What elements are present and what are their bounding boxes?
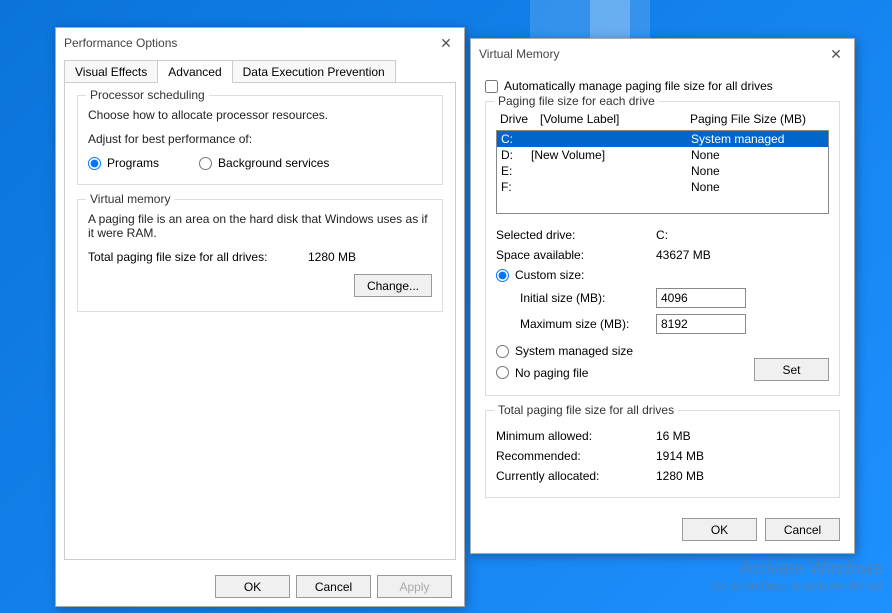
close-icon[interactable]: ✕ [826,46,846,63]
recommended-value: 1914 MB [656,449,829,463]
radio-custom-size-label: Custom size: [515,268,584,282]
group-title-vm: Virtual memory [86,192,174,206]
selected-drive-value: C: [656,228,829,242]
radio-custom-size[interactable] [496,269,509,282]
perf-title: Performance Options [64,36,436,50]
tab-content-advanced: Processor scheduling Choose how to alloc… [64,82,456,560]
radio-no-paging[interactable] [496,366,509,379]
drive-list-header: Drive [Volume Label] Paging File Size (M… [496,110,829,130]
set-button[interactable]: Set [754,358,829,381]
radio-background-services[interactable] [199,157,212,170]
drive-pfs: System managed [691,132,824,146]
apply-button[interactable]: Apply [377,575,452,598]
radio-bg-text: Background services [218,156,329,170]
radio-programs[interactable] [88,157,101,170]
currently-allocated-value: 1280 MB [656,469,829,483]
recommended-label: Recommended: [496,449,656,463]
virtual-memory-dialog: Virtual Memory ✕ Automatically manage pa… [470,38,855,554]
radio-no-paging-label: No paging file [515,366,588,380]
min-allowed-value: 16 MB [656,429,829,443]
currently-allocated-label: Currently allocated: [496,469,656,483]
vm-title: Virtual Memory [479,47,826,61]
group-virtual-memory: Virtual memory A paging file is an area … [77,199,443,312]
drive-letter: D: [501,148,531,162]
vm-ok-button[interactable]: OK [682,518,757,541]
vm-desc: A paging file is an area on the hard dis… [88,212,432,240]
performance-options-dialog: Performance Options ✕ Visual Effects Adv… [55,27,465,607]
maximum-size-input[interactable] [656,314,746,334]
min-allowed-label: Minimum allowed: [496,429,656,443]
radio-programs-text: Programs [107,156,159,170]
drive-letter: F: [501,180,531,194]
tab-advanced[interactable]: Advanced [157,60,232,83]
perf-dialog-buttons: OK Cancel Apply [215,575,452,598]
drive-pfs: None [691,180,824,194]
radio-bg-label[interactable]: Background services [199,156,329,170]
cancel-button[interactable]: Cancel [296,575,371,598]
close-icon[interactable]: ✕ [436,35,456,52]
watermark-line2: Go to Settings to activate Windo [711,579,882,593]
selected-drive-label: Selected drive: [496,228,656,242]
vm-cancel-button[interactable]: Cancel [765,518,840,541]
group-title-totals: Total paging file size for all drives [494,403,678,417]
space-available-value: 43627 MB [656,248,829,262]
group-processor-scheduling: Processor scheduling Choose how to alloc… [77,95,443,185]
initial-size-input[interactable] [656,288,746,308]
header-volume: [Volume Label] [540,112,619,126]
perf-titlebar: Performance Options ✕ [56,28,464,58]
group-title-proc: Processor scheduling [86,88,209,102]
radio-system-managed-label: System managed size [515,344,633,358]
vm-total-label: Total paging file size for all drives: [88,250,308,264]
drive-pfs: None [691,164,824,178]
ok-button[interactable]: OK [215,575,290,598]
drive-volume [531,164,691,178]
drive-volume [531,180,691,194]
vm-titlebar: Virtual Memory ✕ [471,39,854,69]
tab-dep[interactable]: Data Execution Prevention [232,60,396,83]
drive-row[interactable]: F: None [497,179,828,195]
auto-manage-checkbox[interactable] [485,80,498,93]
drive-row[interactable]: D: [New Volume] None [497,147,828,163]
drive-volume [531,132,691,146]
drive-letter: C: [501,132,531,146]
radio-programs-label[interactable]: Programs [88,156,159,170]
watermark-line1: Activate Windows [711,558,882,579]
change-button[interactable]: Change... [354,274,432,297]
space-available-label: Space available: [496,248,656,262]
header-drive: Drive [500,112,528,126]
group-title-pfs: Paging file size for each drive [494,94,659,108]
radio-system-managed[interactable] [496,345,509,358]
tab-visual-effects[interactable]: Visual Effects [64,60,158,83]
header-pfs: Paging File Size (MB) [690,112,806,126]
group-paging-file-size: Paging file size for each drive Drive [V… [485,101,840,396]
auto-manage-label: Automatically manage paging file size fo… [504,79,773,93]
proc-adjust-label: Adjust for best performance of: [88,132,432,146]
drive-list[interactable]: C: System managed D: [New Volume] None E… [496,130,829,214]
vm-total-value: 1280 MB [308,250,432,264]
group-totals: Total paging file size for all drives Mi… [485,410,840,498]
drive-volume: [New Volume] [531,148,691,162]
proc-desc: Choose how to allocate processor resourc… [88,108,432,122]
drive-letter: E: [501,164,531,178]
drive-row[interactable]: E: None [497,163,828,179]
activate-windows-watermark: Activate Windows Go to Settings to activ… [711,558,882,593]
drive-pfs: None [691,148,824,162]
drive-row[interactable]: C: System managed [497,131,828,147]
initial-size-label: Initial size (MB): [496,291,656,305]
perf-tabs: Visual Effects Advanced Data Execution P… [64,60,456,83]
maximum-size-label: Maximum size (MB): [496,317,656,331]
